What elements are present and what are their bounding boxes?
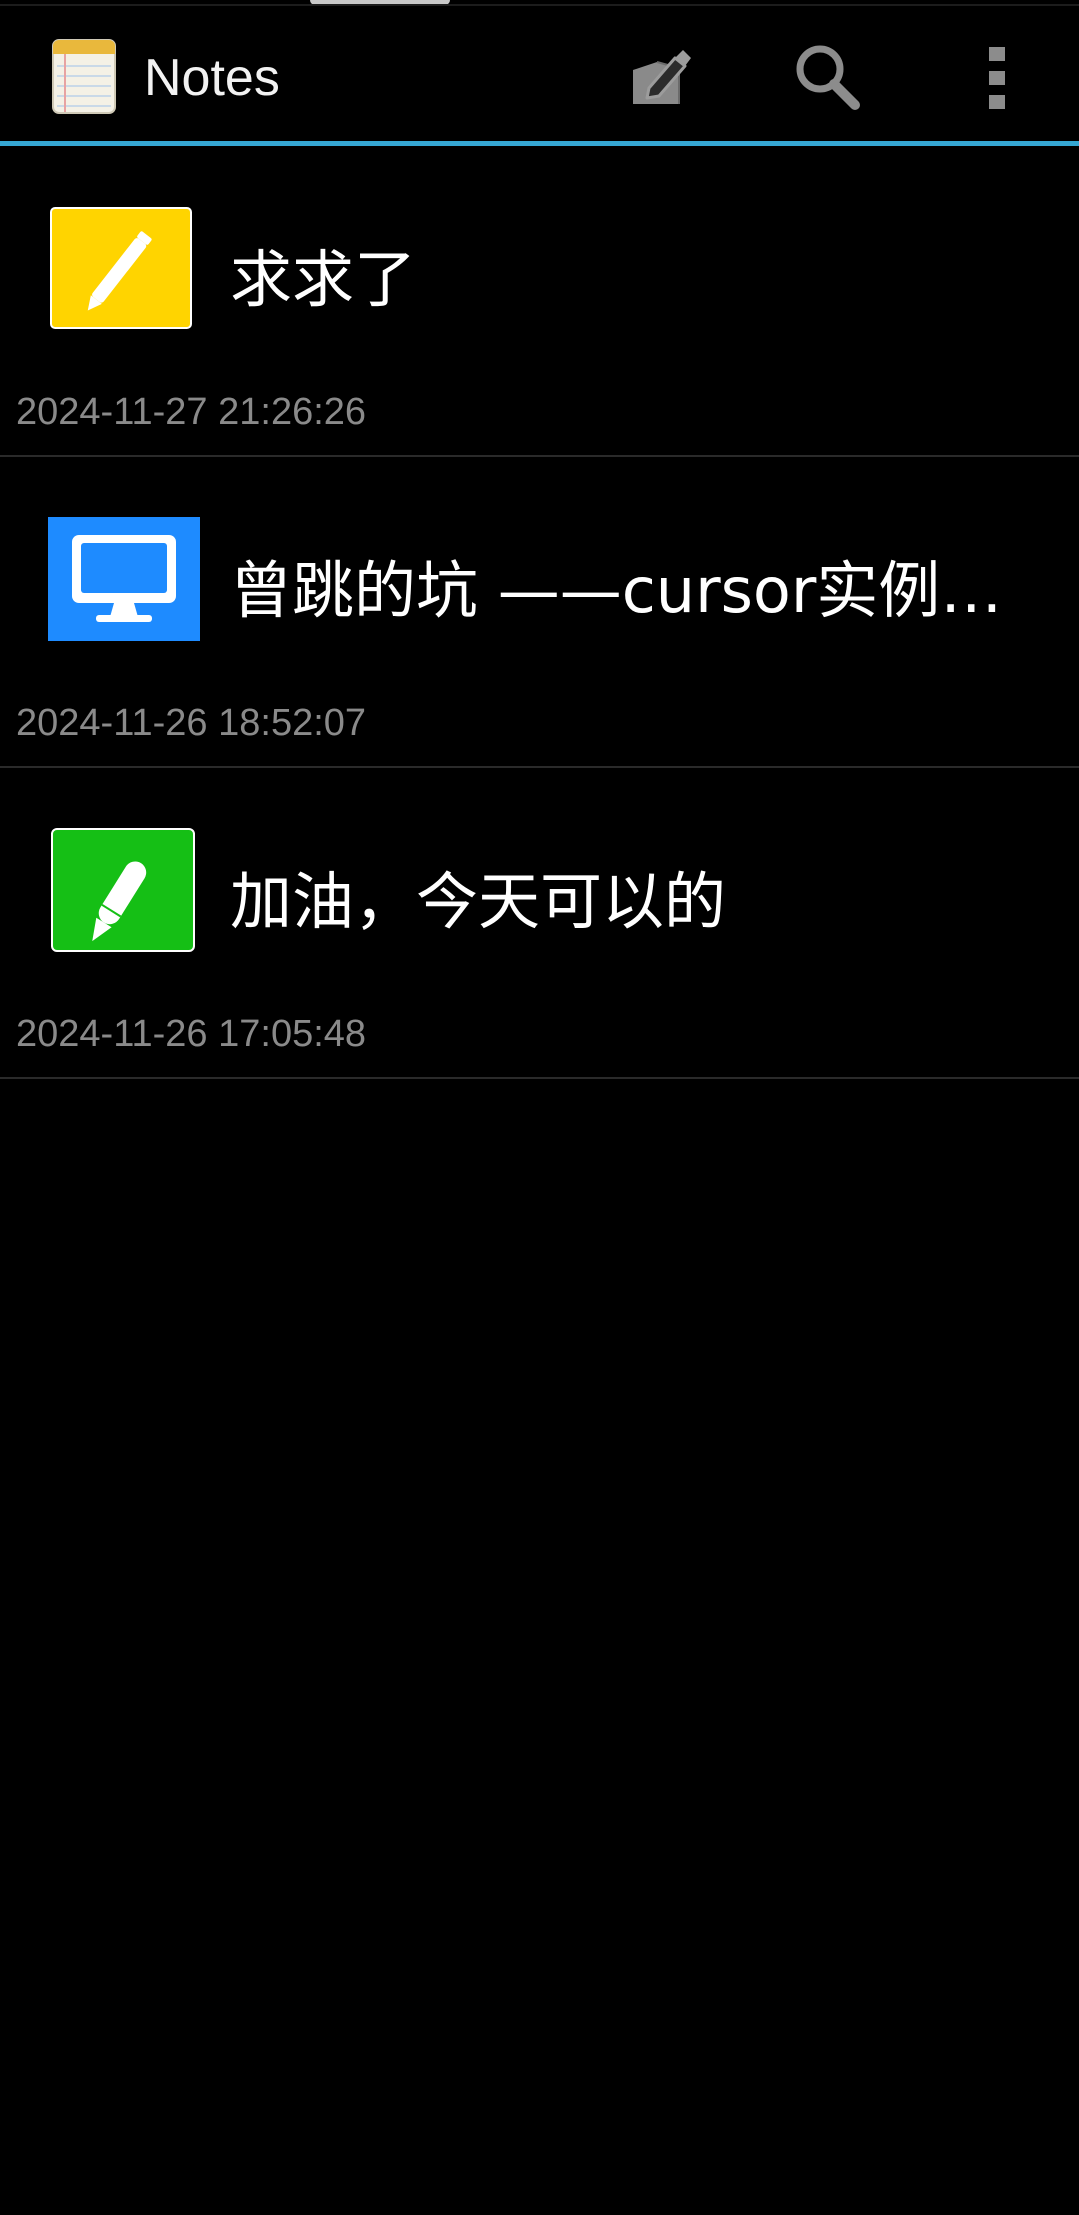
note-title: 求求了 [230, 243, 417, 316]
app-title: Notes [144, 49, 280, 107]
search-icon [796, 45, 860, 110]
yellow-pencil-icon [50, 207, 192, 329]
overflow-menu-icon [989, 47, 1005, 109]
note-list-item[interactable]: 求求了 2024-11-27 21:26:26 [0, 146, 1079, 457]
note-list: 求求了 2024-11-27 21:26:26 曾跳的坑 ——cursor实例…… [0, 146, 1079, 1079]
overflow-menu-button[interactable] [955, 36, 1039, 120]
note-list-item[interactable]: 曾跳的坑 ——cursor实例… 2024-11-26 18:52:07 [0, 457, 1079, 768]
note-timestamp: 2024-11-26 17:05:48 [16, 1013, 367, 1055]
note-title: 加油，今天可以的 [230, 865, 727, 938]
note-title: 曾跳的坑 ——cursor实例… [230, 554, 1003, 627]
new-note-icon [633, 50, 691, 104]
note-timestamp: 2024-11-26 18:52:07 [16, 702, 367, 744]
new-note-button[interactable] [618, 36, 702, 120]
action-bar: Notes [0, 6, 1079, 141]
note-list-item[interactable]: 加油，今天可以的 2024-11-26 17:05:48 [0, 768, 1079, 1079]
note-timestamp: 2024-11-27 21:26:26 [16, 391, 367, 433]
search-button[interactable] [786, 36, 870, 120]
green-pencil-icon [51, 828, 195, 952]
blue-monitor-icon [48, 517, 200, 641]
notepad-icon [52, 39, 116, 114]
